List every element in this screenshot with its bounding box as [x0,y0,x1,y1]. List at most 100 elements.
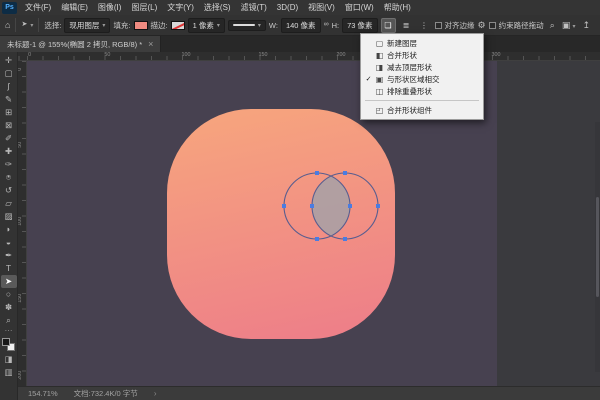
select-mode-dropdown[interactable]: 现用图层 ▾ [64,18,110,33]
workspace-switcher-button[interactable]: ▣ ▾ [562,20,576,30]
ruler-label: 200 [17,371,22,380]
hand-tool[interactable]: ✽ [1,301,17,314]
stroke-width-field[interactable]: 1 像素 ▾ [188,18,225,33]
pen-tool[interactable]: ✒ [1,249,17,262]
constrain-path-label: 约束路径拖动 [499,20,544,31]
quick-selection-tool[interactable]: ✎ [1,93,17,106]
ruler-label: 150 [259,52,268,57]
anchor-point[interactable] [310,204,314,208]
menu-view[interactable]: 视图(V) [303,0,340,15]
path-alignment-button[interactable]: ≣ [399,18,414,33]
crop-tool[interactable]: ⊞ [1,106,17,119]
menu-layer[interactable]: 图层(L) [126,0,162,15]
search-icon[interactable]: ⌕ [550,20,555,30]
screen-mode-button[interactable]: ▥ [1,366,17,379]
dodge-tool[interactable]: ◒ [1,236,17,249]
scrollbar-thumb[interactable] [596,197,599,297]
anchor-point[interactable] [315,237,319,241]
ruler-label: 100 [182,52,191,57]
document-tab-title: 未标题-1 @ 155%(椭圆 2 拷贝, RGB/8) * [7,39,142,50]
width-label: W: [269,21,278,30]
ruler-label: 0 [17,68,22,71]
menu-select[interactable]: 选择(S) [199,0,236,15]
color-wells[interactable] [2,338,15,351]
path-selection-tool[interactable]: ➤ [1,275,17,288]
intersection-region[interactable] [312,176,350,236]
constrain-path-checkbox[interactable] [489,22,496,29]
menu-filter[interactable]: 滤镜(T) [236,0,272,15]
link-dimensions-icon[interactable]: ∞ [324,20,329,30]
ruler-label: 150 [17,294,22,303]
quick-mask-button[interactable]: ◨ [1,353,17,366]
chevron-down-icon: ▾ [102,22,105,29]
checkmark-icon: ✓ [365,75,372,83]
foreground-color-swatch[interactable] [2,338,10,346]
align-edges-checkbox[interactable] [435,22,442,29]
exclude-overlapping-shapes-icon: ◫ [375,87,384,96]
anchor-point[interactable] [343,171,347,175]
menu-image[interactable]: 图像(I) [93,0,127,15]
eyedropper-tool[interactable]: ✐ [1,132,17,145]
frame-tool[interactable]: ⊠ [1,119,17,132]
menu-window[interactable]: 窗口(W) [340,0,379,15]
menu-item-exclude-overlapping-shapes[interactable]: ◫ 排除重叠形状 [361,85,483,97]
anchor-point[interactable] [376,204,380,208]
home-icon[interactable]: ⌂ [5,20,10,30]
path-operations-button[interactable]: ❏ [381,18,396,33]
divider [38,18,39,32]
menu-item-label: 减去顶层形状 [387,62,432,73]
vertical-scrollbar[interactable] [595,122,600,372]
menu-item-intersect-shape-areas[interactable]: ✓ ▣ 与形状区域相交 [361,73,483,85]
share-icon[interactable]: ↥ [582,20,590,30]
tool-preset-caret-icon[interactable]: ▾ [30,22,33,29]
gradient-tool[interactable]: ▨ [1,210,17,223]
merge-shape-components-icon: ◰ [375,106,384,115]
menu-item-subtract-front-shape[interactable]: ◨ 减去顶层形状 [361,61,483,73]
menu-separator [365,100,479,101]
anchor-point[interactable] [282,204,286,208]
path-alignment-icon: ≣ [403,21,410,30]
marquee-tool[interactable]: ▢ [1,67,17,80]
menu-file[interactable]: 文件(F) [20,0,56,15]
anchor-point[interactable] [348,204,352,208]
history-brush-tool[interactable]: ↺ [1,184,17,197]
menu-item-new-layer[interactable]: ▢ 新建图层 [361,37,483,49]
blur-tool[interactable]: ◗ [1,223,17,236]
brush-tool[interactable]: ✑ [1,158,17,171]
move-tool[interactable]: ✛ [1,54,17,67]
stroke-width-value: 1 像素 [193,20,214,31]
menu-item-merge-shape-components[interactable]: ◰ 合并形状组件 [361,104,483,116]
menu-3d[interactable]: 3D(D) [272,0,303,15]
ellipse-tool[interactable]: ○ [1,288,17,301]
spot-healing-tool[interactable]: ✚ [1,145,17,158]
clone-stamp-tool[interactable]: ⍟ [1,171,17,184]
stroke-color-swatch[interactable] [171,21,185,30]
select-mode-label: 选择: [44,20,61,31]
eraser-tool[interactable]: ▱ [1,197,17,210]
zoom-level-field[interactable]: 154.71% [28,389,58,398]
menu-item-combine-shapes[interactable]: ◧ 合并形状 [361,49,483,61]
menu-help[interactable]: 帮助(H) [379,0,416,15]
menu-edit[interactable]: 编辑(E) [56,0,93,15]
fill-color-swatch[interactable] [134,21,148,30]
fill-label: 填充: [113,20,130,31]
edit-toolbar-icon[interactable]: ⋯ [1,327,17,336]
current-tool-icon[interactable]: ➤ [21,20,27,30]
shape-width-field[interactable]: 140 像素 [281,18,321,33]
anchor-point[interactable] [343,237,347,241]
stroke-style-dropdown[interactable]: ▾ [228,20,266,31]
lasso-tool[interactable]: ʃ [1,80,17,93]
gear-icon[interactable]: ⚙ [478,20,486,30]
status-chevron-icon[interactable]: › [154,389,157,398]
path-arrangement-button[interactable]: ⋮ [417,18,432,33]
ruler-label: 200 [337,52,346,57]
document-tab[interactable]: 未标题-1 @ 155%(椭圆 2 拷贝, RGB/8) * × [0,36,161,52]
menu-type[interactable]: 文字(Y) [162,0,199,15]
ruler-label: 300 [492,52,501,57]
anchor-point[interactable] [315,171,319,175]
stroke-style-line-icon [233,24,255,26]
type-tool[interactable]: T [1,262,17,275]
close-icon[interactable]: × [148,39,153,49]
shape-height-field[interactable]: 73 像素 [342,18,377,33]
select-mode-value: 现用图层 [69,20,99,31]
